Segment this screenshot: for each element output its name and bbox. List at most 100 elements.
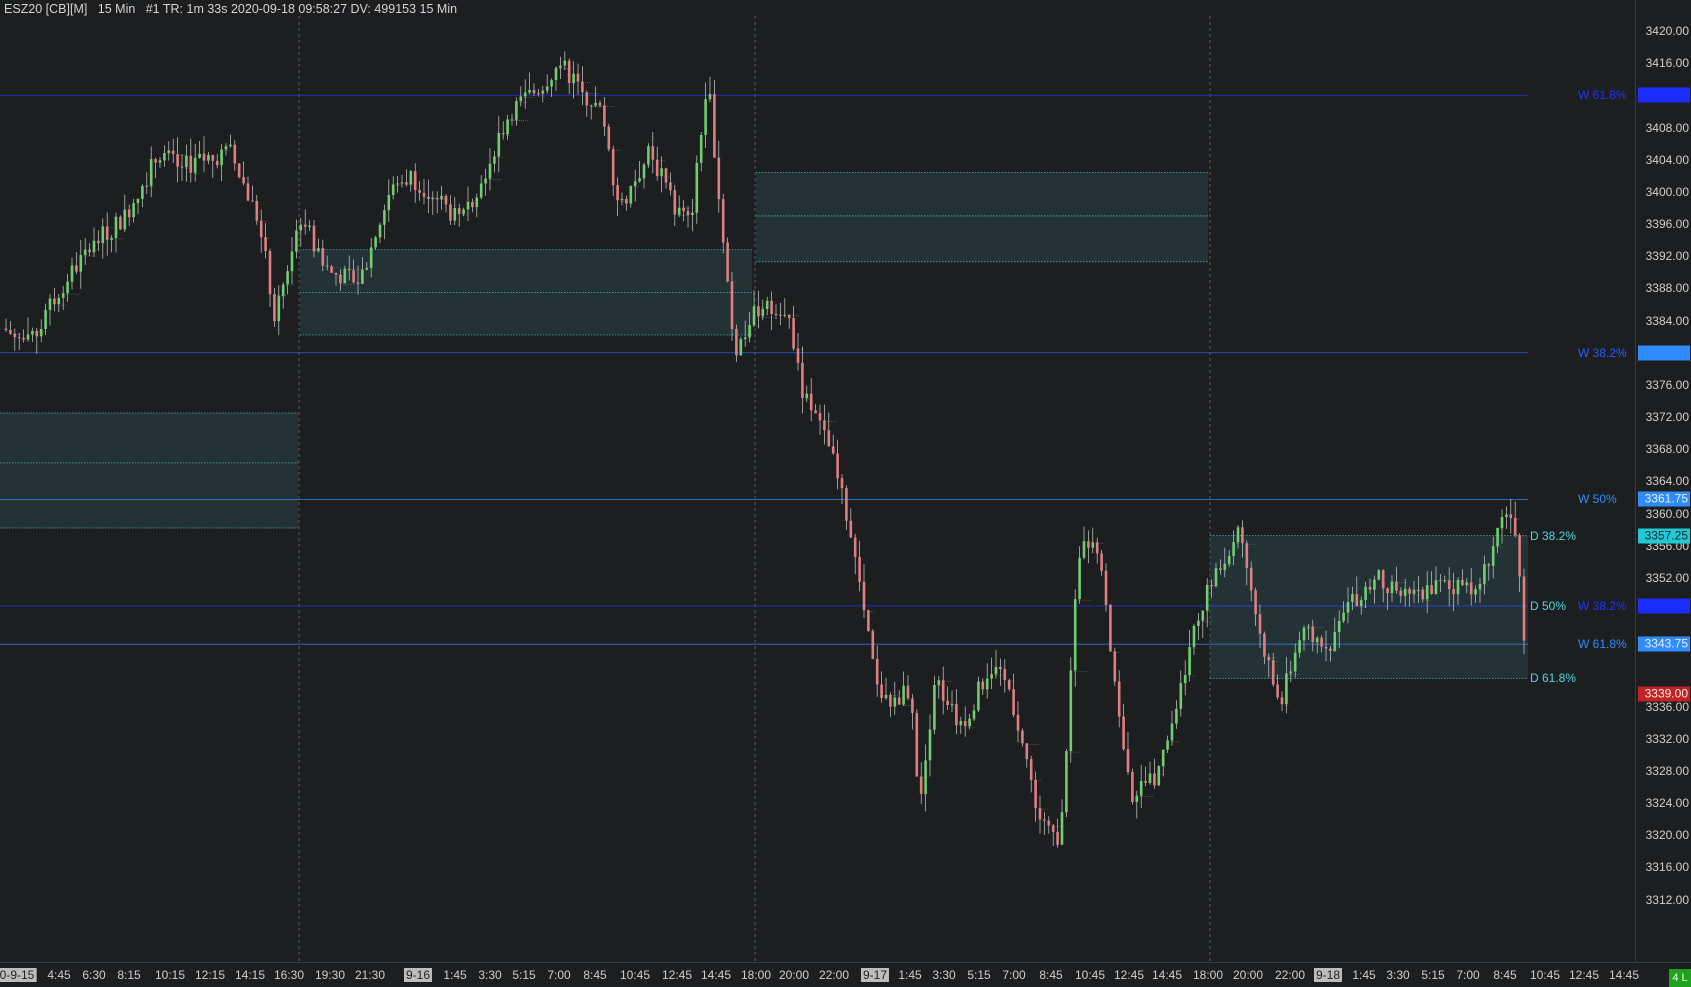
candle-up bbox=[123, 209, 127, 230]
candle-up bbox=[638, 178, 641, 182]
time-tick: 10:45 bbox=[619, 968, 651, 982]
candle-up bbox=[1496, 527, 1499, 547]
candle-up bbox=[61, 293, 65, 298]
candle-down bbox=[347, 268, 351, 271]
candle-up bbox=[1307, 626, 1310, 628]
candle-down bbox=[119, 216, 122, 230]
candle-up bbox=[1456, 579, 1460, 595]
candle-up bbox=[92, 240, 96, 253]
candle-up bbox=[1170, 723, 1174, 741]
candle-down bbox=[1320, 637, 1323, 647]
candle-down bbox=[836, 453, 839, 479]
candle-down bbox=[871, 631, 875, 659]
candle-up bbox=[563, 60, 567, 66]
candle-up bbox=[163, 153, 166, 161]
candle-up bbox=[207, 155, 210, 161]
candle-up bbox=[629, 185, 633, 204]
last-price-badge[interactable]: 3339.00 bbox=[1638, 686, 1690, 702]
candle-up bbox=[528, 89, 531, 93]
candle-up bbox=[1148, 773, 1152, 783]
candle-down bbox=[669, 182, 672, 191]
candle-up bbox=[31, 330, 34, 335]
daily-level-badge[interactable]: 3357.25 bbox=[1638, 528, 1690, 544]
time-tick: 12:15 bbox=[194, 968, 226, 982]
time-tick: 1:45 bbox=[898, 968, 922, 982]
candle-down bbox=[801, 362, 804, 398]
candle-up bbox=[365, 267, 369, 270]
candle-down bbox=[255, 201, 259, 221]
candle-down bbox=[457, 208, 461, 215]
candle-down bbox=[449, 204, 452, 221]
time-tick: 22:00 bbox=[818, 968, 850, 982]
candle-up bbox=[1505, 514, 1508, 517]
candle-down bbox=[1117, 681, 1121, 717]
candle-down bbox=[532, 89, 536, 94]
candle-down bbox=[897, 697, 901, 705]
candle-down bbox=[405, 182, 408, 185]
candle-up bbox=[1091, 542, 1095, 548]
candle-down bbox=[1399, 590, 1403, 596]
candle-up bbox=[691, 212, 694, 216]
time-axis[interactable]: 0-9-15 4:45 6:30 8:15 10:15 12:15 14:15 16:30 19… bbox=[0, 962, 1691, 987]
price-tick: 3392.00 bbox=[1645, 249, 1689, 264]
candle-down bbox=[585, 92, 589, 106]
weekly-level-badge[interactable] bbox=[1638, 87, 1690, 103]
candle-up bbox=[462, 209, 465, 215]
weekly-level-badge[interactable] bbox=[1638, 598, 1690, 614]
candle-down bbox=[422, 192, 426, 197]
price-tick: 3416.00 bbox=[1645, 56, 1689, 71]
candle-up bbox=[308, 226, 311, 228]
time-tick: 14:15 bbox=[234, 968, 266, 982]
candle-down bbox=[787, 314, 791, 319]
candle-up bbox=[409, 171, 413, 185]
symbol-label[interactable]: ESZ20 [CB][M] bbox=[4, 2, 87, 16]
price-tick: 3400.00 bbox=[1645, 184, 1689, 199]
candle-up bbox=[70, 265, 74, 282]
time-tick: 10:45 bbox=[1074, 968, 1106, 982]
time-tick: 20:00 bbox=[1232, 968, 1264, 982]
candle-down bbox=[1016, 714, 1020, 731]
timeframe-label[interactable]: 15 Min bbox=[98, 2, 136, 16]
candle-down bbox=[999, 666, 1002, 670]
candle-down bbox=[831, 446, 835, 454]
candle-down bbox=[9, 329, 12, 334]
candle-down bbox=[444, 195, 448, 205]
candle-down bbox=[726, 242, 729, 282]
weekly-level-badge[interactable]: 3343.75 bbox=[1638, 636, 1690, 652]
time-tick: 8:45 bbox=[1493, 968, 1517, 982]
candle-up bbox=[1346, 602, 1350, 613]
candle-down bbox=[88, 249, 91, 253]
candle-up bbox=[387, 195, 391, 211]
candle-down bbox=[1395, 581, 1398, 591]
price-tick: 3420.00 bbox=[1645, 24, 1689, 38]
weekly-level-badge[interactable] bbox=[1638, 345, 1690, 361]
candle-down bbox=[625, 198, 628, 204]
candle-up bbox=[950, 703, 954, 706]
candle-down bbox=[757, 306, 760, 317]
price-axis[interactable]: 3420.00 3416.00 3408.00 3404.00 3400.00 3396.… bbox=[1635, 0, 1691, 962]
candle-down bbox=[735, 328, 738, 356]
candle-up bbox=[48, 298, 52, 310]
candle-up bbox=[1227, 555, 1231, 564]
candle-down bbox=[941, 680, 945, 701]
candle-down bbox=[1355, 594, 1359, 607]
candle-up bbox=[1073, 599, 1077, 671]
time-tick: 14:45 bbox=[700, 968, 732, 982]
price-chart[interactable] bbox=[0, 0, 1635, 962]
candle-down bbox=[827, 430, 831, 447]
time-tick: 22:00 bbox=[1274, 968, 1306, 982]
candle-down bbox=[303, 224, 307, 227]
candle-down bbox=[818, 413, 822, 421]
weekly-level-badge[interactable]: 3361.75 bbox=[1638, 491, 1690, 507]
candle-down bbox=[22, 337, 25, 340]
candle-up bbox=[400, 182, 404, 184]
candle-down bbox=[1034, 779, 1037, 809]
candle-up bbox=[26, 334, 30, 340]
candle-down bbox=[915, 712, 919, 777]
candle-up bbox=[299, 224, 303, 231]
live-indicator[interactable]: 4 L bbox=[1669, 969, 1691, 987]
candle-down bbox=[889, 694, 892, 707]
candle-up bbox=[396, 183, 399, 185]
price-tick: 3316.00 bbox=[1645, 860, 1689, 875]
candle-down bbox=[1513, 518, 1517, 536]
